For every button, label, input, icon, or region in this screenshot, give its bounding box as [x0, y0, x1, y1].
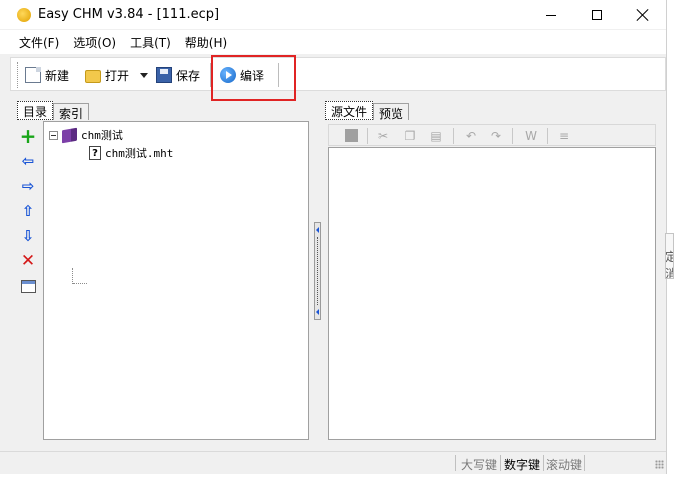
right-panel-tabs: 源文件 预览 — [325, 101, 410, 121]
menu-help[interactable]: 帮助(H) — [178, 34, 234, 51]
tree-connector — [72, 268, 73, 284]
tree-node-page-label: chm测试.mht — [105, 147, 174, 160]
close-icon — [637, 9, 649, 21]
up-arrow-icon[interactable]: ⇧ — [20, 203, 36, 219]
format-icon[interactable]: ≡ — [557, 129, 571, 143]
delete-icon[interactable]: ✕ — [20, 253, 36, 270]
minimize-icon — [546, 14, 556, 16]
tab-index[interactable]: 索引 — [53, 103, 90, 121]
open-button[interactable]: 打开 — [85, 65, 129, 85]
app-icon — [17, 8, 31, 22]
new-file-icon — [25, 67, 41, 83]
save-disk-icon — [156, 67, 172, 83]
caps-lock-indicator: 大写键 — [461, 458, 498, 472]
status-separator — [584, 455, 585, 471]
add-icon[interactable]: + — [20, 126, 37, 146]
num-lock-indicator: 数字键 — [504, 458, 541, 472]
editor-toolbar: ✂ ❐ ▤ ↶ ↷ W ≡ — [328, 124, 656, 146]
open-button-label: 打开 — [105, 68, 130, 83]
maximize-button[interactable] — [574, 0, 620, 30]
scroll-lock-indicator: 滚动键 — [546, 458, 583, 472]
redo-icon[interactable]: ↷ — [489, 129, 503, 143]
tree-node-root[interactable]: chm测试 — [49, 127, 123, 143]
minimize-button[interactable] — [528, 0, 574, 30]
new-button[interactable]: 新建 — [25, 65, 69, 85]
status-separator — [543, 455, 544, 471]
tree-node-root-label: chm测试 — [81, 129, 123, 142]
editor-toolbar-separator — [512, 128, 513, 144]
menu-bar: 文件(F) 选项(O) 工具(T) 帮助(H) — [0, 30, 666, 54]
collapse-toggle-icon[interactable] — [49, 130, 58, 140]
editor-toolbar-separator — [367, 128, 368, 144]
tree-node-page[interactable]: ? chm测试.mht — [89, 145, 173, 161]
left-arrow-icon[interactable]: ⇦ — [20, 153, 36, 169]
toolbar-grip[interactable] — [17, 62, 19, 88]
panel-splitter[interactable] — [314, 222, 321, 320]
desktop-bottom-strip — [0, 474, 674, 481]
menu-tools[interactable]: 工具(T) — [123, 34, 178, 51]
background-dialog-fragment: 定消 — [665, 233, 674, 279]
left-panel-tabs: 目录 索引 — [17, 101, 90, 121]
source-editor[interactable] — [328, 147, 656, 440]
tab-source[interactable]: 源文件 — [325, 101, 374, 120]
undo-icon[interactable]: ↶ — [464, 129, 478, 143]
down-arrow-icon[interactable]: ⇩ — [20, 228, 36, 244]
tree-connector — [73, 283, 87, 284]
stop-icon[interactable] — [345, 129, 358, 142]
main-toolbar: 新建 打开 保存 编译 — [10, 57, 666, 91]
book-icon — [62, 127, 77, 143]
window-title: Easy CHM v3.84 - [111.ecp] — [38, 7, 220, 22]
tree-action-icons: + ⇦ ⇨ ⇧ ⇩ ✕ — [20, 126, 38, 303]
properties-icon — [20, 279, 36, 293]
editor-toolbar-separator — [453, 128, 454, 144]
splitter-grip — [317, 237, 318, 305]
right-arrow-icon[interactable]: ⇨ — [20, 178, 36, 194]
properties-icon-button[interactable] — [20, 278, 36, 294]
resize-grip[interactable] — [655, 460, 664, 469]
tab-preview[interactable]: 预览 — [373, 103, 410, 121]
maximize-icon — [592, 10, 602, 20]
close-button[interactable] — [620, 0, 666, 30]
cut-icon[interactable]: ✂ — [376, 129, 390, 143]
title-bar[interactable]: Easy CHM v3.84 - [111.ecp] — [0, 0, 666, 30]
save-button-label: 保存 — [176, 68, 201, 83]
status-bar: 大写键 数字键 滚动键 — [0, 451, 666, 474]
toc-tree[interactable]: chm测试 ? chm测试.mht — [43, 121, 309, 440]
tab-contents[interactable]: 目录 — [17, 101, 54, 120]
status-separator — [455, 455, 456, 471]
folder-open-icon — [85, 70, 101, 83]
menu-file[interactable]: 文件(F) — [12, 34, 66, 51]
background-peek-text: 定消 — [666, 248, 673, 278]
save-button[interactable]: 保存 — [156, 65, 200, 85]
help-page-icon: ? — [89, 146, 101, 160]
status-separator — [500, 455, 501, 471]
open-dropdown-arrow-icon[interactable] — [140, 73, 148, 78]
compile-highlight-annotation — [211, 55, 296, 101]
paste-icon[interactable]: ▤ — [429, 129, 443, 143]
new-button-label: 新建 — [45, 68, 70, 83]
copy-icon[interactable]: ❐ — [403, 129, 417, 143]
wrap-icon[interactable]: W — [522, 129, 540, 143]
editor-toolbar-separator — [547, 128, 548, 144]
menu-options[interactable]: 选项(O) — [66, 34, 123, 51]
